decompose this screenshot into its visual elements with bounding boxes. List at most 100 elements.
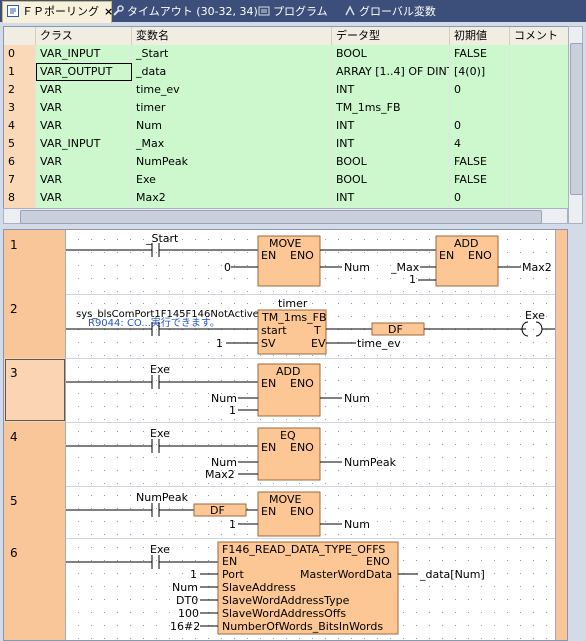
var-comment[interactable] <box>510 63 569 81</box>
var-type[interactable]: INT <box>332 135 450 153</box>
rung-2[interactable]: 2 sys_blsComPort1F145F146NotActive R9044… <box>4 294 567 359</box>
var-type[interactable]: BOOL <box>332 153 450 171</box>
var-class[interactable]: VAR <box>36 153 132 171</box>
contact-label[interactable]: Exe <box>150 543 170 556</box>
column-header-name[interactable]: 変数名 <box>132 27 332 45</box>
var-type[interactable]: TM_1ms_FB <box>332 99 450 117</box>
input-value[interactable]: 1 <box>229 518 236 531</box>
column-header-type[interactable]: データ型 <box>332 27 450 45</box>
rung-5[interactable]: 5 NumPeak DF MOVE EN ENO 1 Num <box>4 486 567 539</box>
var-class[interactable]: VAR <box>36 171 132 189</box>
instance-name[interactable]: timer <box>278 297 308 310</box>
column-header-comment[interactable]: コメント <box>510 27 569 45</box>
input-value[interactable]: 1 <box>229 404 236 417</box>
var-class[interactable]: VAR <box>36 189 132 207</box>
coil-label[interactable]: Exe <box>525 309 545 322</box>
input-value[interactable]: 0 <box>224 261 231 274</box>
var-type[interactable]: BOOL <box>332 45 450 63</box>
var-class[interactable]: VAR <box>36 99 132 117</box>
table-horizontal-scrollbar[interactable] <box>3 208 568 224</box>
output-variable[interactable]: Num <box>344 392 370 405</box>
tab-timeout[interactable]: タイムアウト (30-32, 34) <box>112 2 258 22</box>
table-row[interactable]: 1 VAR_OUTPUT _data ARRAY [1..4] OF DINT [4(0… <box>4 63 569 81</box>
var-comment[interactable] <box>510 153 569 171</box>
var-initial[interactable]: FALSE <box>450 153 510 171</box>
var-name[interactable]: time_ev <box>132 81 332 99</box>
right-power-rail <box>555 486 567 538</box>
input-value[interactable]: 1 <box>190 568 197 581</box>
output-variable[interactable]: Num <box>344 518 370 531</box>
var-comment[interactable] <box>510 135 569 153</box>
contact-label[interactable]: Exe <box>150 427 170 440</box>
var-initial[interactable]: 0 <box>450 117 510 135</box>
var-type[interactable]: BOOL <box>332 171 450 189</box>
output-variable[interactable]: NumPeak <box>344 456 397 469</box>
input-value[interactable]: DT0 <box>176 594 198 607</box>
var-class[interactable]: VAR_INPUT <box>36 45 132 63</box>
rung-1[interactable]: 1 _Start MOVE EN ENO 0 Num ADD EN ENO _M… <box>4 230 567 295</box>
var-initial[interactable]: 4 <box>450 135 510 153</box>
rung-3[interactable]: 3 Exe ADD EN ENO Num 1 Num <box>4 358 567 423</box>
table-row[interactable]: 3 VAR timer TM_1ms_FB <box>4 99 569 117</box>
table-vertical-scrollbar[interactable] <box>568 26 583 224</box>
var-type[interactable]: INT <box>332 189 450 207</box>
output-variable[interactable]: time_ev <box>357 337 401 350</box>
table-row[interactable]: 8 VAR Max2 INT 0 <box>4 189 569 207</box>
table-row[interactable]: 4 VAR Num INT 0 <box>4 117 569 135</box>
input-value[interactable]: 1 <box>216 337 223 350</box>
input-value[interactable]: 100 <box>178 607 199 620</box>
table-row[interactable]: 6 VAR NumPeak BOOL FALSE <box>4 153 569 171</box>
output-variable[interactable]: _data[Num] <box>419 568 485 581</box>
var-comment[interactable] <box>510 99 569 117</box>
var-initial[interactable]: FALSE <box>450 171 510 189</box>
var-initial[interactable]: 0 <box>450 81 510 99</box>
input-value[interactable]: 1 <box>409 273 416 286</box>
column-header-class[interactable]: クラス <box>36 27 132 45</box>
contact-label[interactable]: NumPeak <box>136 491 189 504</box>
table-row[interactable]: 5 VAR_INPUT _Max INT 4 <box>4 135 569 153</box>
output-variable[interactable]: Num <box>344 261 370 274</box>
var-comment[interactable] <box>510 117 569 135</box>
contact-label[interactable]: Exe <box>150 363 170 376</box>
var-initial[interactable] <box>450 99 510 117</box>
output-variable[interactable]: Max2 <box>522 261 552 274</box>
pin-eno: ENO <box>290 441 314 454</box>
var-initial[interactable]: 0 <box>450 189 510 207</box>
column-header-initial[interactable]: 初期値 <box>450 27 510 45</box>
var-name[interactable]: NumPeak <box>132 153 332 171</box>
pin-en: EN <box>222 555 237 568</box>
var-class[interactable]: VAR <box>36 81 132 99</box>
table-row[interactable]: 7 VAR Exe BOOL FALSE <box>4 171 569 189</box>
var-name[interactable]: Num <box>132 117 332 135</box>
var-class[interactable]: VAR_INPUT <box>36 135 132 153</box>
var-name[interactable]: _data <box>132 63 332 81</box>
var-name[interactable]: Max2 <box>132 189 332 207</box>
var-comment[interactable] <box>510 189 569 207</box>
contact-label[interactable]: _Start <box>145 232 179 245</box>
tab-fp-polling[interactable]: ＦＰポーリング × <box>2 1 113 23</box>
tab-program[interactable]: プログラム <box>258 2 338 22</box>
var-name[interactable]: _Max <box>132 135 332 153</box>
table-row[interactable]: 2 VAR time_ev INT 0 <box>4 81 569 99</box>
var-class[interactable]: VAR_OUTPUT <box>36 63 132 81</box>
rung-6[interactable]: 6 Exe F146_READ_DATA_TYPE_OFFS EN ENO Po… <box>4 538 567 640</box>
var-comment[interactable] <box>510 81 569 99</box>
var-name[interactable]: Exe <box>132 171 332 189</box>
var-name[interactable]: timer <box>132 99 332 117</box>
input-variable[interactable]: Num <box>172 581 198 594</box>
rung-4[interactable]: 4 Exe EQ EN ENO Num Max2 NumPeak <box>4 422 567 487</box>
tab-global-variables[interactable]: グローバル変数 <box>344 2 444 22</box>
var-initial[interactable]: FALSE <box>450 45 510 63</box>
var-class[interactable]: VAR <box>36 117 132 135</box>
var-initial[interactable]: [4(0)] <box>450 63 510 81</box>
var-type[interactable]: INT <box>332 117 450 135</box>
right-power-rail <box>555 538 567 640</box>
input-variable[interactable]: Max2 <box>205 468 235 481</box>
var-comment[interactable] <box>510 45 569 63</box>
var-type[interactable]: ARRAY [1..4] OF DINT <box>332 63 450 81</box>
var-comment[interactable] <box>510 171 569 189</box>
var-name[interactable]: _Start <box>132 45 332 63</box>
var-type[interactable]: INT <box>332 81 450 99</box>
table-row[interactable]: 0 VAR_INPUT _Start BOOL FALSE <box>4 45 569 63</box>
input-value[interactable]: 16#2 <box>170 620 200 633</box>
